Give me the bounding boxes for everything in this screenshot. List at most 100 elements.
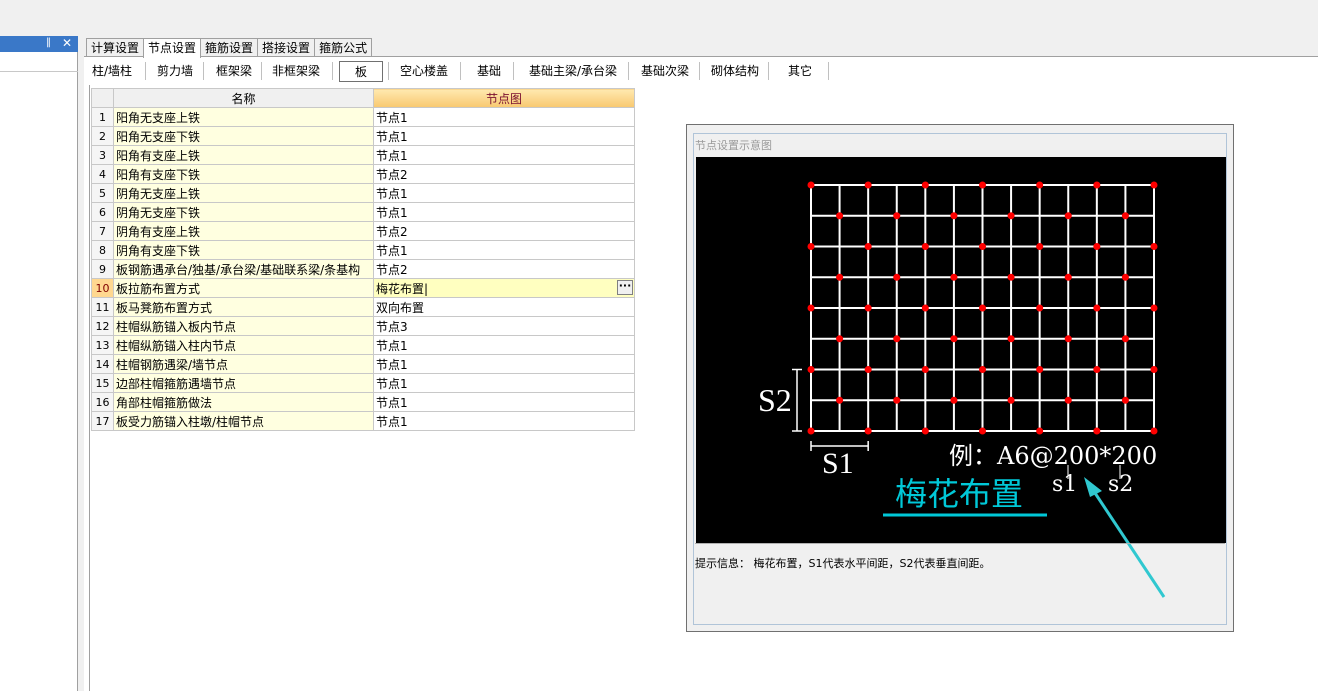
setting-name-cell: 阳角无支座下铁 (113, 126, 374, 146)
table-header-row: 名称 节点图 (91, 88, 635, 108)
tie-bar-dot (807, 243, 815, 250)
close-icon[interactable]: ✕ (62, 36, 72, 50)
setting-value-cell[interactable]: 双向布置 (373, 297, 635, 317)
setting-name-cell: 角部柱帽箍筋做法 (113, 392, 374, 412)
setting-value-cell[interactable]: 节点1 (373, 126, 635, 146)
tie-bar-dot (1036, 304, 1044, 312)
tie-bar-dot (836, 396, 844, 404)
table-row[interactable]: 17 板受力筋锚入柱墩/柱帽节点 节点1 (91, 411, 635, 431)
setting-value-cell[interactable]: 节点1 (373, 240, 635, 260)
tie-bar-dot (807, 427, 815, 435)
setting-value-cell[interactable]: 节点2 (373, 259, 635, 279)
setting-value-cell[interactable]: 节点2 (373, 221, 635, 241)
table-row[interactable]: 7 阴角有支座上铁 节点2 (91, 221, 635, 241)
row-number: 17 (91, 411, 114, 431)
table-row[interactable]: 6 阴角无支座下铁 节点1 (91, 202, 635, 222)
setting-name-cell: 阳角有支座下铁 (113, 164, 374, 184)
setting-value-cell[interactable]: 节点1 (373, 183, 635, 203)
tie-bar-dot (950, 396, 958, 404)
tie-bar-dot (979, 304, 986, 312)
table-row[interactable]: 4 阳角有支座下铁 节点2 (91, 164, 635, 184)
subtab-4[interactable]: 板 (339, 61, 383, 82)
tab-3[interactable]: 搭接设置 (257, 38, 316, 57)
corner-header (91, 88, 114, 108)
setting-value-cell[interactable]: 节点1 (373, 335, 635, 355)
setting-value-cell[interactable]: 节点1 (373, 107, 635, 127)
tie-bar-dot (1064, 212, 1072, 220)
setting-value-cell[interactable]: 节点2 (373, 164, 635, 184)
setting-name-cell: 阴角有支座下铁 (113, 240, 374, 260)
setting-name-cell: 板受力筋锚入柱墩/柱帽节点 (113, 411, 374, 431)
ellipsis-button[interactable]: ··· (617, 280, 633, 295)
tab-2[interactable]: 箍筋设置 (200, 38, 259, 57)
setting-value-text: 节点1 (376, 357, 408, 372)
subtab-2[interactable]: 框架梁 (210, 61, 258, 82)
left-panel-subheader (0, 52, 78, 72)
tie-bar-dot (979, 243, 986, 250)
subtab-8[interactable]: 基础次梁 (634, 61, 696, 82)
setting-value-text: 节点1 (376, 186, 408, 201)
subtab-3[interactable]: 非框架梁 (268, 61, 324, 82)
table-row[interactable]: 5 阴角无支座上铁 节点1 (91, 183, 635, 203)
node-diagram-canvas: S2 S1 例：A6@200*200s1 s2 梅花布置 (696, 157, 1226, 598)
tie-bar-dot (864, 181, 872, 189)
tie-bar-dot (1150, 243, 1158, 250)
toolbar-separator (203, 62, 204, 80)
table-row[interactable]: 3 阳角有支座上铁 节点1 (91, 145, 635, 165)
content-divider (89, 85, 90, 691)
table-row[interactable]: 14 柱帽钢筋遇梁/墙节点 节点1 (91, 354, 635, 374)
node-diagram-column-header[interactable]: 节点图 (373, 88, 635, 108)
setting-value-cell[interactable]: 节点1 (373, 411, 635, 431)
setting-value-text: 双向布置 (376, 300, 425, 315)
row-number: 7 (91, 221, 114, 241)
name-column-header[interactable]: 名称 (113, 88, 374, 108)
table-row[interactable]: 16 角部柱帽箍筋做法 节点1 (91, 392, 635, 412)
s2-sub-label: s2 (1108, 472, 1133, 497)
table-row[interactable]: 8 阴角有支座下铁 节点1 (91, 240, 635, 260)
setting-value-cell[interactable]: 节点3 (373, 316, 635, 336)
setting-value-cell[interactable]: 节点1 (373, 202, 635, 222)
setting-value-cell[interactable]: 节点1 (373, 392, 635, 412)
tie-bar-dot (979, 427, 986, 435)
tie-bar-dot (1093, 304, 1101, 312)
tie-bar-dot (836, 212, 844, 220)
tie-bar-dot (1064, 396, 1072, 404)
tie-bar-dot (921, 366, 929, 373)
table-row[interactable]: 15 边部柱帽箍筋遇墙节点 节点1 (91, 373, 635, 393)
tab-4[interactable]: 箍筋公式 (314, 38, 373, 57)
pin-icon[interactable]: ‖ (46, 37, 51, 48)
subtab-10[interactable]: 其它 (776, 61, 824, 82)
tab-1[interactable]: 节点设置 (143, 38, 202, 58)
tie-bar-dot (864, 366, 872, 373)
subtab-1[interactable]: 剪力墙 (152, 61, 198, 82)
setting-value-cell[interactable]: 节点1 (373, 145, 635, 165)
table-row[interactable]: 2 阳角无支座下铁 节点1 (91, 126, 635, 146)
subtab-7[interactable]: 基础主梁/承台梁 (520, 61, 626, 82)
subtab-9[interactable]: 砌体结构 (704, 61, 766, 82)
table-row[interactable]: 10 板拉筋布置方式 梅花布置| ··· (91, 278, 635, 298)
tie-bar-dot (979, 366, 986, 373)
row-number: 12 (91, 316, 114, 336)
tie-bar-dot (1121, 335, 1129, 343)
setting-value-cell[interactable]: 节点1 (373, 373, 635, 393)
setting-value-cell[interactable]: 节点1 (373, 354, 635, 374)
tie-bar-dot (921, 304, 929, 312)
table-row[interactable]: 9 板钢筋遇承台/独基/承台梁/基础联系梁/条基构 节点2 (91, 259, 635, 279)
tie-bar-dot (1007, 273, 1015, 281)
row-number: 15 (91, 373, 114, 393)
setting-value-cell[interactable]: 梅花布置| ··· (373, 278, 635, 298)
tie-bar-dot (921, 427, 929, 435)
tie-bar-dot (1121, 396, 1129, 404)
setting-name-cell: 柱帽钢筋遇梁/墙节点 (113, 354, 374, 374)
tab-0[interactable]: 计算设置 (86, 38, 145, 57)
table-row[interactable]: 13 柱帽纵筋锚入柱内节点 节点1 (91, 335, 635, 355)
subtab-0[interactable]: 柱/墙柱 (90, 61, 134, 82)
tie-bar-dot (1036, 243, 1044, 250)
table-row[interactable]: 11 板马凳筋布置方式 双向布置 (91, 297, 635, 317)
table-row[interactable]: 1 阳角无支座上铁 节点1 (91, 107, 635, 127)
subtab-5[interactable]: 空心楼盖 (394, 61, 454, 82)
tie-bar-dot (921, 243, 929, 250)
arrow-head-icon (1084, 477, 1102, 497)
subtab-6[interactable]: 基础 (466, 61, 512, 82)
table-row[interactable]: 12 柱帽纵筋锚入板内节点 节点3 (91, 316, 635, 336)
